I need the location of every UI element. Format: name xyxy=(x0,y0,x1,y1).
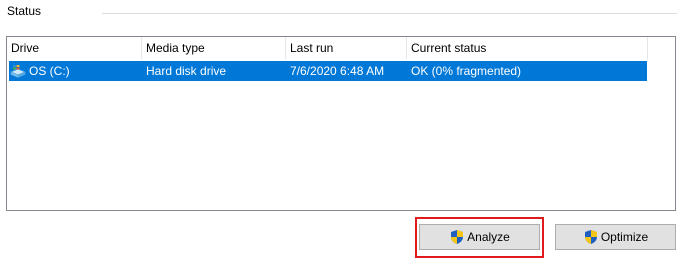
drive-name: OS (C:) xyxy=(29,64,70,78)
drive-last-run: 7/6/2020 6:48 AM xyxy=(290,64,385,78)
optimize-button-label: Optimize xyxy=(600,230,649,244)
table-row[interactable]: OS (C:) Hard disk drive 7/6/2020 6:48 AM… xyxy=(9,61,647,81)
column-header-media-type[interactable]: Media type xyxy=(142,37,285,59)
optimize-button[interactable]: Optimize xyxy=(555,224,676,250)
drive-media-type: Hard disk drive xyxy=(146,64,227,78)
status-group-label: Status xyxy=(7,4,42,18)
analyze-button-label: Analyze xyxy=(467,230,510,244)
list-header: Drive Media type Last run Current status xyxy=(7,37,648,59)
uac-shield-icon xyxy=(583,229,599,245)
column-header-current-status[interactable]: Current status xyxy=(407,37,647,59)
analyze-button[interactable]: Analyze xyxy=(419,224,540,250)
status-divider xyxy=(102,13,677,14)
column-header-last-run[interactable]: Last run xyxy=(286,37,406,59)
drive-current-status: OK (0% fragmented) xyxy=(411,64,522,78)
column-divider[interactable] xyxy=(647,37,648,59)
uac-shield-icon xyxy=(449,229,465,245)
drive-list[interactable]: Drive Media type Last run Current status… xyxy=(6,36,676,211)
hard-drive-icon xyxy=(9,63,27,79)
column-header-drive[interactable]: Drive xyxy=(7,37,141,59)
